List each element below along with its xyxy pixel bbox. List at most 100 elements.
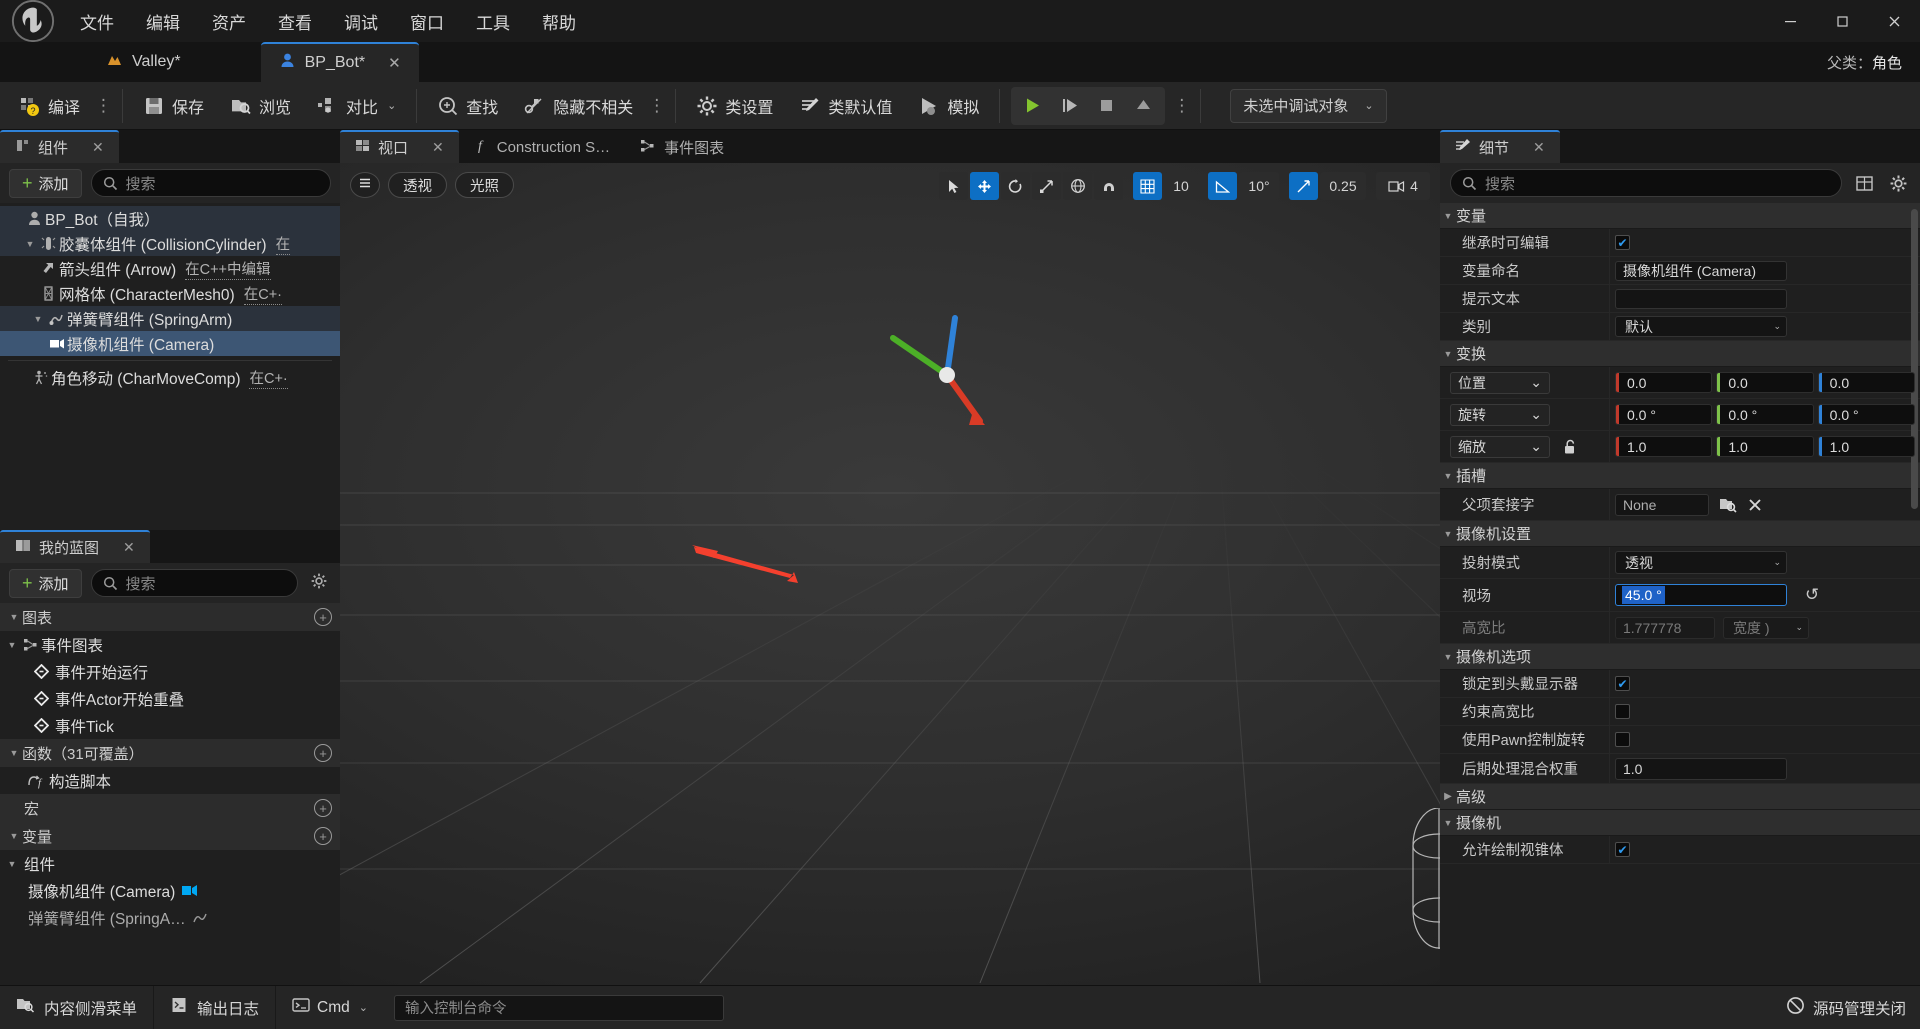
save-button[interactable]: 保存 (130, 86, 217, 126)
parent-class-value[interactable]: 角色 (1872, 55, 1902, 72)
menu-view[interactable]: 查看 (264, 4, 326, 39)
rotate-tool-button[interactable] (1001, 172, 1030, 200)
chevron-down-icon[interactable]: ▼ (1440, 349, 1456, 359)
tree-row-springarm[interactable]: ▼ 弹簧臂组件 (SpringArm) (0, 306, 340, 331)
rotation-y-input[interactable]: 0.0 ° (1716, 404, 1814, 425)
menu-asset[interactable]: 资产 (198, 4, 260, 39)
menu-help[interactable]: 帮助 (528, 4, 590, 39)
cmd-selector[interactable]: Cmd ⌄ (276, 986, 384, 1029)
class-defaults-button[interactable]: 类默认值 (786, 86, 905, 126)
rotation-mode-dropdown[interactable]: 旋转 ⌄ (1450, 403, 1550, 426)
cpp-edit-link[interactable]: 在C+· (249, 367, 288, 389)
scale-snap-toggle[interactable] (1289, 172, 1318, 200)
category-camera-options[interactable]: ▼ 摄像机选项 (1440, 644, 1920, 670)
tree-row-camera[interactable]: 摄像机组件 (Camera) (0, 331, 340, 356)
minimize-button[interactable] (1764, 0, 1816, 42)
class-settings-button[interactable]: 类设置 (683, 86, 786, 126)
close-icon[interactable]: ✕ (92, 139, 104, 156)
constrain-aspect-ratio-checkbox[interactable] (1615, 704, 1630, 719)
blueprint-settings-button[interactable] (307, 572, 331, 594)
tab-details[interactable]: 细节 ✕ (1440, 130, 1560, 163)
menu-file[interactable]: 文件 (66, 4, 128, 39)
add-function-button[interactable]: + (314, 744, 332, 762)
select-tool-button[interactable] (939, 172, 968, 200)
chevron-down-icon[interactable]: ▼ (1440, 471, 1456, 481)
surface-snap-button[interactable] (1094, 172, 1123, 200)
scale-y-input[interactable]: 1.0 (1716, 436, 1814, 457)
tree-row-charmovecomp[interactable]: 角色移动 (CharMoveComp) 在C+· (0, 365, 340, 390)
section-graphs[interactable]: ▼ 图表 + (0, 603, 340, 631)
location-mode-dropdown[interactable]: 位置 ⌄ (1450, 371, 1550, 394)
hide-unrelated-options[interactable]: ⋮ (646, 90, 668, 122)
cpp-edit-link[interactable]: 在 (275, 233, 291, 255)
rotation-z-input[interactable]: 0.0 ° (1817, 404, 1915, 425)
section-macros[interactable]: 宏 + (0, 794, 340, 822)
menu-edit[interactable]: 编辑 (132, 4, 194, 39)
tooltip-text-input[interactable] (1615, 288, 1787, 309)
lock-to-hmd-checkbox[interactable]: ✔ (1615, 676, 1630, 691)
transform-gizmo[interactable] (885, 313, 1015, 428)
scale-mode-dropdown[interactable]: 缩放 ⌄ (1450, 435, 1550, 458)
variable-springarm[interactable]: 弹簧臂组件 (SpringA… (0, 904, 340, 931)
close-icon[interactable]: ✕ (1533, 139, 1545, 156)
world-coordinates-button[interactable] (1063, 172, 1092, 200)
variable-camera[interactable]: 摄像机组件 (Camera) (0, 877, 340, 904)
cpp-edit-link[interactable]: 在C++中编辑 (185, 258, 271, 280)
menu-debug[interactable]: 调试 (330, 4, 392, 39)
chevron-down-icon[interactable]: ▼ (4, 859, 20, 869)
tab-myblueprint[interactable]: 我的蓝图 ✕ (0, 530, 150, 563)
content-drawer-button[interactable]: 内容侧滑菜单 (0, 985, 155, 1029)
location-x-input[interactable]: 0.0 (1615, 372, 1713, 393)
close-icon[interactable]: ✕ (432, 139, 444, 156)
columns-icon[interactable] (1852, 171, 1876, 195)
level-tab-valley[interactable]: Valley* (88, 42, 199, 82)
play-button[interactable] (1014, 89, 1051, 123)
simulate-button[interactable]: 模拟 (905, 86, 992, 126)
myblueprint-search-input[interactable]: 搜索 (90, 569, 298, 597)
grid-snap-toggle[interactable] (1133, 172, 1162, 200)
hide-unrelated-button[interactable]: 隐藏不相关 (511, 86, 646, 126)
category-camera[interactable]: ▼ 摄像机 (1440, 810, 1920, 836)
draw-frustum-allowed-checkbox[interactable]: ✔ (1615, 842, 1630, 857)
chevron-down-icon[interactable]: ▼ (1440, 529, 1456, 539)
tab-viewport[interactable]: 视口 ✕ (340, 130, 459, 163)
grid-snap-value[interactable]: 10 (1164, 172, 1198, 200)
components-search-input[interactable]: 搜索 (90, 169, 331, 197)
clear-socket-icon[interactable] (1747, 497, 1763, 513)
tree-row-charactermesh[interactable]: 网格体 (CharacterMesh0) 在C+· (0, 281, 340, 306)
chevron-right-icon[interactable]: ▶ (1440, 791, 1456, 802)
eject-button[interactable] (1125, 89, 1162, 123)
viewport-lighting-button[interactable]: 光照 (455, 172, 514, 198)
debug-object-dropdown[interactable]: 未选中调试对象 ⌄ (1230, 88, 1387, 123)
location-z-input[interactable]: 0.0 (1817, 372, 1915, 393)
rotation-x-input[interactable]: 0.0 ° (1615, 404, 1713, 425)
output-log-button[interactable]: 输出日志 (154, 985, 277, 1029)
camera-speed-button[interactable]: 4 (1376, 172, 1430, 200)
chevron-down-icon[interactable]: ⌄ (387, 99, 396, 112)
tree-row-arrow[interactable]: 箭头组件 (Arrow) 在C++中编辑 (0, 256, 340, 281)
variable-name-input[interactable]: 摄像机组件 (Camera) (1615, 260, 1787, 281)
unlock-icon[interactable] (1562, 439, 1577, 455)
compile-button[interactable]: ? 编译 (6, 86, 93, 126)
tab-construction-script[interactable]: f Construction S… (459, 130, 625, 163)
event-actor-begin-overlap[interactable]: 事件Actor开始重叠 (0, 685, 340, 712)
chevron-down-icon[interactable]: ▼ (1440, 652, 1456, 662)
tab-event-graph[interactable]: 事件图表 (625, 130, 739, 163)
parent-socket-input[interactable]: None (1615, 493, 1709, 516)
section-functions[interactable]: ▼ 函数（31可覆盖） + (0, 739, 340, 767)
field-of-view-input[interactable]: 45.0 ° (1615, 584, 1787, 606)
scale-z-input[interactable]: 1.0 (1817, 436, 1915, 457)
viewport-perspective-button[interactable]: 透视 (388, 172, 447, 198)
subsection-components-vars[interactable]: ▼ 组件 (0, 850, 340, 877)
scale-snap-value[interactable]: 0.25 (1320, 172, 1366, 200)
chevron-down-icon[interactable]: ▼ (1440, 211, 1456, 221)
add-graph-button[interactable]: + (314, 608, 332, 626)
chevron-down-icon[interactable]: ▼ (6, 748, 22, 758)
category-transform[interactable]: ▼ 变换 (1440, 341, 1920, 367)
chevron-down-icon[interactable]: ▼ (1440, 818, 1456, 828)
editable-on-inherit-checkbox[interactable]: ✔ (1615, 235, 1630, 250)
close-button[interactable] (1868, 0, 1920, 42)
asset-tab-bpbot[interactable]: BP_Bot* ✕ (260, 42, 419, 82)
browse-icon[interactable] (1719, 496, 1737, 513)
chevron-down-icon[interactable]: ▼ (4, 640, 20, 650)
